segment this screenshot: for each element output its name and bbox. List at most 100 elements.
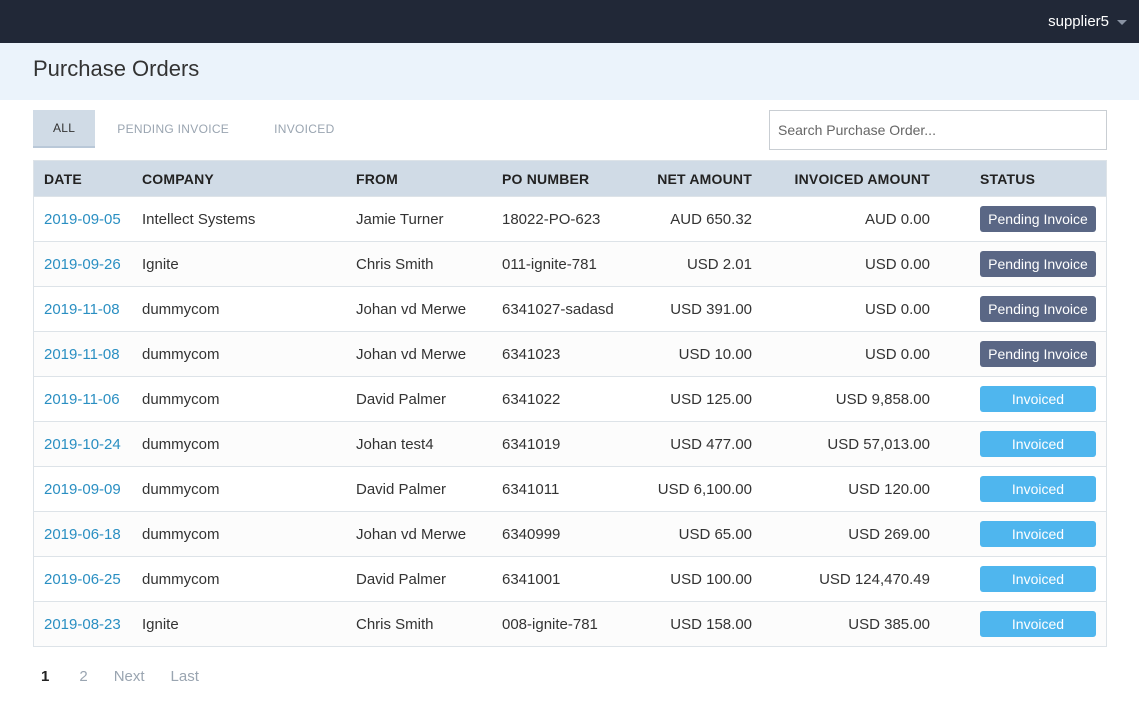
table-row[interactable]: 2019-06-25 dummycom David Palmer 6341001 USD… [34, 556, 1106, 601]
status-cell: Pending Invoice [980, 341, 1096, 367]
from-cell: Johan vd Merwe [356, 525, 467, 543]
column-header-po-number[interactable]: PO NUMBER [502, 171, 589, 187]
po-number-cell: 011-ignite-781 [502, 255, 597, 273]
po-number-cell: 6340999 [502, 525, 561, 543]
date-link[interactable]: 2019-09-05 [44, 211, 121, 228]
table-row[interactable]: 2019-08-23 Ignite Chris Smith 008-ignite-78… [34, 601, 1106, 646]
status-badge[interactable]: Invoiced [980, 611, 1096, 637]
invoiced-amount-cell: USD 269.00 [848, 525, 930, 543]
table-row[interactable]: 2019-09-09 dummycom David Palmer 6341011 USD… [34, 466, 1106, 511]
net-amount-cell: USD 125.00 [670, 390, 752, 408]
page-header: Purchase Orders [0, 43, 1139, 100]
net-amount-cell: USD 6,100.00 [657, 480, 752, 498]
invoiced-amount-cell: USD 57,013.00 [827, 435, 930, 453]
table-row[interactable]: 2019-11-08 dummycom Johan vd Merwe 6341023 U… [34, 331, 1106, 376]
column-header-invoiced-amount[interactable]: INVOICED AMOUNT [795, 171, 930, 187]
status-cell: Invoiced [980, 611, 1096, 637]
company-cell: Ignite [142, 615, 179, 633]
from-cell: David Palmer [356, 570, 447, 588]
company-cell: dummycom [142, 570, 220, 588]
column-header-company[interactable]: COMPANY [142, 171, 214, 187]
po-number-cell: 6341011 [502, 480, 560, 498]
from-cell: Johan vd Merwe [356, 345, 467, 363]
column-header-date[interactable]: DATE [44, 171, 82, 187]
table-row[interactable]: 2019-11-08 dummycom Johan vd Merwe 6341027-… [34, 286, 1106, 331]
table-row[interactable]: 2019-10-24 dummycom Johan test4 6341019 USD … [34, 421, 1106, 466]
date-link[interactable]: 2019-06-18 [44, 526, 121, 543]
table-row[interactable]: 2019-09-26 Ignite Chris Smith 011-ignite-78… [34, 241, 1106, 286]
invoiced-amount-cell: AUD 0.00 [864, 210, 930, 228]
invoiced-amount-cell: USD 120.00 [848, 480, 930, 498]
table-header: DATE COMPANY FROM PO NUMBER NET AMOUNT I… [34, 161, 1106, 196]
po-number-cell: 6341022 [502, 390, 561, 408]
po-number-cell: 6341001 [502, 570, 561, 588]
date-link[interactable]: 2019-11-08 [44, 346, 120, 363]
status-badge[interactable]: Invoiced [980, 566, 1096, 592]
company-cell: Intellect Systems [142, 210, 256, 228]
net-amount-cell: USD 65.00 [678, 525, 752, 543]
company-cell: dummycom [142, 390, 220, 408]
search-input[interactable] [769, 110, 1107, 150]
last-page-link[interactable]: Last [167, 668, 203, 685]
from-cell: Johan test4 [356, 435, 434, 453]
column-header-from[interactable]: FROM [356, 171, 398, 187]
table-row[interactable]: 2019-09-05 Intellect Systems Jamie Turner 1… [34, 196, 1106, 241]
from-cell: David Palmer [356, 390, 447, 408]
date-link[interactable]: 2019-11-08 [44, 301, 120, 318]
top-navbar: supplier5 [0, 0, 1139, 43]
invoiced-amount-cell: USD 0.00 [864, 255, 930, 273]
net-amount-cell: USD 100.00 [670, 570, 752, 588]
tab-invoiced[interactable]: INVOICED [251, 110, 356, 148]
status-badge[interactable]: Invoiced [980, 431, 1096, 457]
from-cell: Chris Smith [356, 615, 434, 633]
column-header-status[interactable]: STATUS [980, 171, 1035, 187]
net-amount-cell: USD 158.00 [670, 615, 752, 633]
company-cell: dummycom [142, 300, 220, 318]
user-menu[interactable]: supplier5 [1048, 0, 1127, 43]
status-badge[interactable]: Invoiced [980, 476, 1096, 502]
chevron-down-icon[interactable] [1117, 20, 1127, 25]
page-link-1[interactable]: 1 [33, 668, 53, 685]
next-page-link[interactable]: Next [110, 668, 149, 685]
date-link[interactable]: 2019-09-09 [44, 481, 121, 498]
table-row[interactable]: 2019-06-18 dummycom Johan vd Merwe 6340999 U… [34, 511, 1106, 556]
status-cell: Pending Invoice [980, 296, 1096, 322]
from-cell: Chris Smith [356, 255, 434, 273]
column-header-net-amount[interactable]: NET AMOUNT [657, 171, 752, 187]
filter-tabs: ALL PENDING INVOICE INVOICED [33, 110, 357, 148]
status-badge[interactable]: Pending Invoice [980, 341, 1096, 367]
invoiced-amount-cell: USD 9,858.00 [835, 390, 930, 408]
status-badge[interactable]: Pending Invoice [980, 206, 1096, 232]
table-row[interactable]: 2019-11-06 dummycom David Palmer 6341022 USD… [34, 376, 1106, 421]
status-badge[interactable]: Invoiced [980, 386, 1096, 412]
from-cell: Johan vd Merwe [356, 300, 467, 318]
po-number-cell: 6341027-sadasd [502, 300, 614, 318]
status-cell: Invoiced [980, 476, 1096, 502]
company-cell: dummycom [142, 525, 220, 543]
status-badge[interactable]: Pending Invoice [980, 251, 1096, 277]
net-amount-cell: USD 391.00 [670, 300, 752, 318]
company-cell: dummycom [142, 435, 220, 453]
date-link[interactable]: 2019-09-26 [44, 256, 121, 273]
tab-pending-invoice[interactable]: PENDING INVOICE [95, 110, 251, 148]
company-cell: dummycom [142, 345, 220, 363]
date-link[interactable]: 2019-10-24 [44, 436, 121, 453]
po-number-cell: 6341023 [502, 345, 561, 363]
page-link-2[interactable]: 2 [75, 668, 91, 685]
status-cell: Invoiced [980, 431, 1096, 457]
po-number-cell: 6341019 [502, 435, 561, 453]
date-link[interactable]: 2019-08-23 [44, 616, 121, 633]
net-amount-cell: AUD 650.32 [670, 210, 752, 228]
user-name[interactable]: supplier5 [1048, 13, 1109, 30]
status-badge[interactable]: Invoiced [980, 521, 1096, 547]
tab-all[interactable]: ALL [33, 110, 96, 148]
date-link[interactable]: 2019-11-06 [44, 391, 120, 408]
net-amount-cell: USD 2.01 [686, 255, 752, 273]
invoiced-amount-cell: USD 385.00 [848, 615, 930, 633]
table-body: 2019-09-05 Intellect Systems Jamie Turner 1… [34, 196, 1106, 646]
date-link[interactable]: 2019-06-25 [44, 571, 121, 588]
status-badge[interactable]: Pending Invoice [980, 296, 1096, 322]
company-cell: dummycom [142, 480, 220, 498]
invoiced-amount-cell: USD 124,470.49 [819, 570, 930, 588]
from-cell: Jamie Turner [356, 210, 444, 228]
